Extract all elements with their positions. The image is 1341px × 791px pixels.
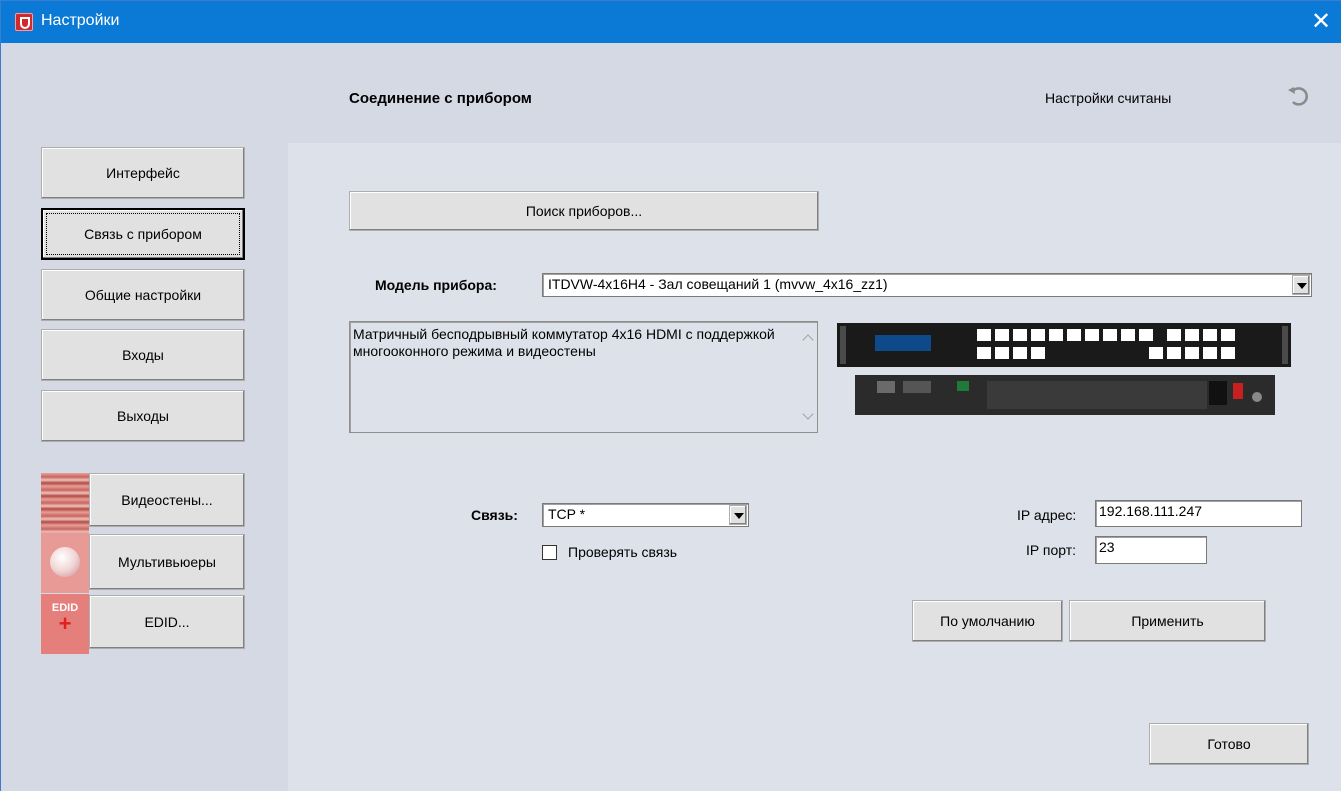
sidebar-item-general-settings[interactable]: Общие настройки: [41, 269, 245, 321]
chevron-down-icon[interactable]: [729, 505, 747, 525]
done-button-label: Готово: [1207, 736, 1251, 752]
multiviewers-label: Мультивьюеры: [118, 554, 216, 570]
model-label: Модель прибора:: [375, 277, 497, 293]
app-shield-icon: [15, 13, 33, 31]
plus-icon: +: [58, 611, 72, 636]
multiviewer-icon: [41, 533, 89, 593]
videowalls-button[interactable]: Видеостены...: [89, 473, 245, 527]
multiviewers-button[interactable]: Мультивьюеры: [89, 534, 245, 590]
apply-button[interactable]: Применить: [1069, 600, 1266, 642]
ip-port-label: IP порт:: [1026, 542, 1077, 558]
apply-button-label: Применить: [1131, 613, 1204, 629]
sidebar-item-interface[interactable]: Интерфейс: [41, 147, 245, 199]
edid-button[interactable]: EDID...: [89, 595, 245, 649]
scroll-up-icon[interactable]: [802, 334, 814, 346]
default-button[interactable]: По умолчанию: [912, 600, 1063, 642]
sidebar-item-label: Интерфейс: [106, 165, 180, 181]
sidebar-item-label: Входы: [122, 347, 164, 363]
device-image: [837, 323, 1291, 415]
close-icon[interactable]: ✕: [1306, 7, 1336, 37]
search-devices-button[interactable]: Поиск приборов...: [349, 191, 819, 231]
refresh-icon[interactable]: [1285, 83, 1311, 109]
sidebar-item-device-connection[interactable]: Связь с прибором: [41, 208, 245, 260]
ip-address-label: IP адрес:: [1017, 507, 1077, 523]
connection-select[interactable]: TCP *: [542, 503, 749, 527]
model-value: ITDVW-4x16H4 - Зал совещаний 1 (mvvw_4x1…: [548, 276, 888, 292]
videowall-icon: [41, 473, 89, 533]
edid-label: EDID...: [144, 614, 190, 630]
ip-port-input[interactable]: 23: [1095, 536, 1207, 564]
sidebar-item-label: Выходы: [117, 408, 169, 424]
sidebar-item-outputs[interactable]: Выходы: [41, 390, 245, 442]
videowalls-label: Видеостены...: [121, 492, 213, 508]
page-title: Соединение с прибором: [349, 90, 532, 107]
content-panel: [288, 143, 1341, 791]
connection-value: TCP *: [548, 506, 586, 522]
check-connection-label: Проверять связь: [568, 544, 678, 560]
settings-window: Настройки ✕ Соединение с прибором Настро…: [0, 0, 1341, 791]
search-devices-label: Поиск приборов...: [525, 203, 643, 219]
edid-icon: EDID +: [41, 594, 89, 654]
description-text: Матричный бесподрывный коммутатор 4x16 H…: [353, 326, 775, 359]
done-button[interactable]: Готово: [1149, 723, 1309, 765]
model-select[interactable]: ITDVW-4x16H4 - Зал совещаний 1 (mvvw_4x1…: [542, 273, 1312, 297]
status-text: Настройки считаны: [1045, 90, 1172, 106]
connection-label: Связь:: [471, 507, 518, 523]
focus-ring: [46, 213, 240, 255]
description-scrollbar[interactable]: [799, 322, 817, 432]
sidebar-item-inputs[interactable]: Входы: [41, 329, 245, 381]
check-connection-checkbox[interactable]: [542, 545, 557, 560]
window-title: Настройки: [41, 12, 120, 29]
default-button-label: По умолчанию: [940, 613, 1035, 629]
sidebar-item-label: Общие настройки: [84, 287, 202, 303]
title-bar[interactable]: Настройки ✕: [1, 1, 1341, 43]
chevron-down-icon[interactable]: [1292, 275, 1310, 295]
ip-address-input[interactable]: 192.168.111.247: [1095, 500, 1302, 527]
description-textarea[interactable]: Матричный бесподрывный коммутатор 4x16 H…: [349, 321, 818, 433]
scroll-down-icon[interactable]: [802, 408, 814, 420]
